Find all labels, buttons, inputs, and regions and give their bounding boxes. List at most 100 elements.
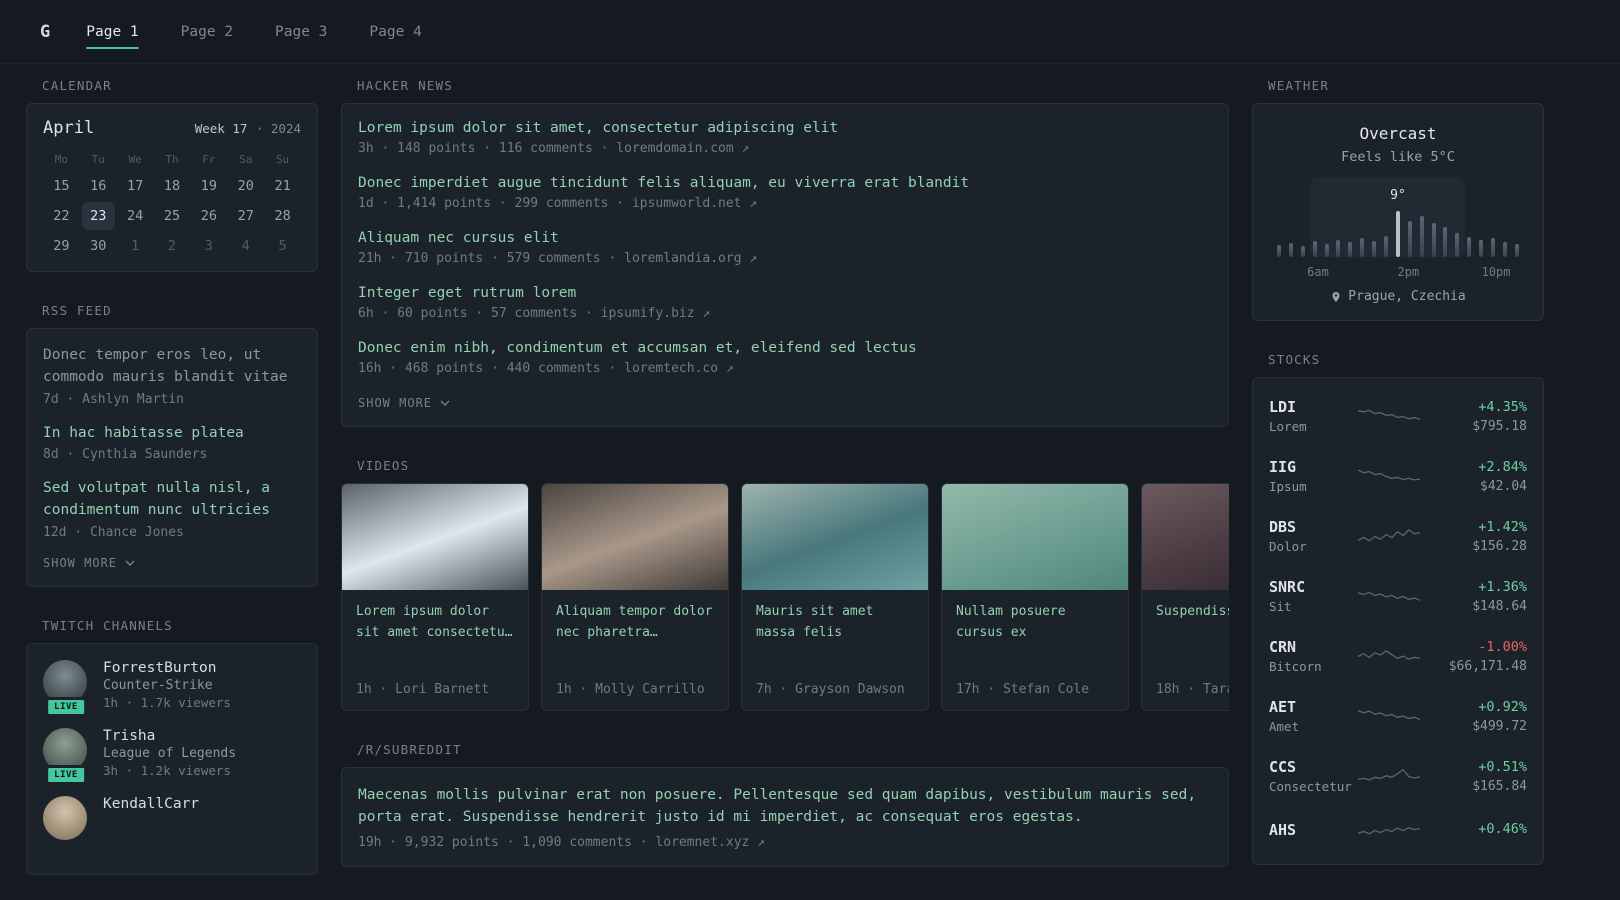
stock-values: +1.42% $156.28 [1431,519,1527,554]
hackernews-item: Donec enim nibh, condimentum et accumsan… [358,340,1212,376]
weather-hour-bar [1277,245,1281,257]
weather-section: WEATHER Overcast Feels like 5°C 9° 6am 2p… [1252,78,1544,321]
video-card[interactable]: Mauris sit amet massa felis 7h · Grayson… [741,483,929,711]
video-thumbnail[interactable] [742,484,928,590]
calendar-widget: April Week 17 · 2024 Mo Tu We Th Fr Sa Su 15 16… [26,103,318,272]
weather-hour-bar [1443,227,1448,257]
twitch-channel-row[interactable]: LIVE ForrestBurton Counter-Strike 1h · 1… [43,659,301,717]
channel-name[interactable]: Trisha [103,728,236,744]
rss-item-title[interactable]: Sed volutpat nulla nisl, a condimentum n… [43,478,301,522]
rss-item: Donec tempor eros leo, ut commodo mauris… [43,345,301,407]
twitch-channel-row[interactable]: LIVE Trisha League of Legends 3h · 1.2k … [43,727,301,785]
stock-values: +4.35% $795.18 [1431,399,1527,434]
hackernews-item-title[interactable]: Aliquam nec cursus elit [358,230,1212,246]
hackernews-item-domain[interactable]: loremtech.co [624,361,718,376]
hackernews-item-domain[interactable]: loremdomain.com [616,141,733,156]
video-card[interactable]: Aliquam tempor dolor nec pharetra… 1h · … [541,483,729,711]
tab-page-1[interactable]: Page 1 [86,0,140,63]
stock-row: CRN Bitcorn -1.00% $66,171.48 [1269,626,1527,686]
tab-page-3[interactable]: Page 3 [275,0,327,63]
subreddit-post-stats: 19h · 9,932 points · 1,090 comments [358,834,632,850]
weather-hour-bar [1336,240,1341,257]
rss-item-meta: 7d · Ashlyn Martin [43,391,184,407]
stock-info: AHS [1269,821,1347,842]
right-column: WEATHER Overcast Feels like 5°C 9° 6am 2p… [1252,78,1544,896]
video-title[interactable]: Nullam posuere cursus ex [956,602,1114,644]
hackernews-item-title[interactable]: Integer eget rutrum lorem [358,285,1212,301]
rss-item-title[interactable]: In hac habitasse platea [43,423,301,445]
channel-name[interactable]: KendallCarr [103,796,199,812]
channel-name[interactable]: ForrestBurton [103,660,231,676]
hackernews-item-meta: 3h · 148 points · 116 comments · loremdo… [358,141,750,156]
video-title[interactable]: Mauris sit amet massa felis [756,602,914,644]
hackernews-item-domain[interactable]: ipsumify.biz [601,306,695,321]
video-thumbnail[interactable] [542,484,728,590]
subreddit-post-title[interactable]: Maecenas mollis pulvinar erat non posuer… [358,784,1212,829]
stock-name: Amet [1269,719,1300,734]
weather-time-label: 6am [1307,265,1329,279]
video-thumbnail[interactable] [1142,484,1229,590]
weather-highlight-temp: 9° [1390,188,1406,203]
hackernews-item-domain[interactable]: loremlandia.org [624,251,741,266]
rss-item-title[interactable]: Donec tempor eros leo, ut commodo mauris… [43,345,301,389]
calendar-dow-label: Su [275,153,290,166]
hackernews-item-domain[interactable]: ipsumworld.net [632,196,742,211]
twitch-channel-row[interactable]: KendallCarr [43,795,301,840]
stock-change: +1.42% [1478,518,1527,535]
stock-info: CCS Consectetur [1269,758,1352,794]
rss-show-more-button[interactable]: SHOW MORE [43,556,301,570]
hackernews-show-more-button[interactable]: SHOW MORE [358,396,1212,410]
hackernews-item-title[interactable]: Donec imperdiet augue tincidunt felis al… [358,175,1212,191]
calendar-month: April [43,118,95,138]
stock-row: DBS Dolor +1.42% $156.28 [1269,506,1527,566]
stock-row: IIG Ipsum +2.84% $42.04 [1269,446,1527,506]
hackernews-widget: Lorem ipsum dolor sit amet, consectetur … [341,103,1229,427]
app-logo[interactable]: G [40,22,50,42]
calendar-dow-label: Tu [91,153,105,166]
weather-hour-bar [1514,244,1519,257]
hackernews-item-stats: 6h · 60 points · 57 comments [358,306,578,321]
chevron-down-icon [125,560,135,566]
hackernews-item-title[interactable]: Lorem ipsum dolor sit amet, consectetur … [358,120,1212,136]
stock-row: LDI Lorem +4.35% $795.18 [1269,386,1527,446]
calendar-dow-label: Fr [202,153,216,166]
video-card[interactable]: Nullam posuere cursus ex 17h · Stefan Co… [941,483,1129,711]
calendar-day: 15 [53,178,70,194]
weather-condition: Overcast [1359,124,1437,143]
calendar-day: 20 [237,178,254,194]
video-thumbnail[interactable] [342,484,528,590]
calendar-day: 25 [163,208,181,224]
stock-change: +1.36% [1478,578,1527,595]
video-title[interactable]: Suspendisse diam [1156,602,1229,623]
weather-hour-bar [1395,211,1400,257]
hackernews-item-title[interactable]: Donec enim nibh, condimentum et accumsan… [358,340,1212,356]
video-meta: 18h · Tara [1156,682,1229,697]
calendar-day: 16 [90,178,107,194]
calendar-day: 17 [127,178,144,194]
video-title[interactable]: Aliquam tempor dolor nec pharetra… [556,602,714,644]
stock-sparkline [1357,469,1421,481]
stock-sparkline [1357,710,1421,721]
hackernews-item: Integer eget rutrum lorem 6h · 60 points… [358,285,1212,321]
stock-name: Sit [1269,599,1292,614]
video-meta: 7h · Grayson Dawson [756,682,905,697]
tab-page-4[interactable]: Page 4 [369,0,421,63]
weather-hour-bar [1479,240,1484,257]
stock-price: $499.72 [1472,718,1527,734]
tab-page-2[interactable]: Page 2 [181,0,233,63]
video-card[interactable]: Lorem ipsum dolor sit amet consectetu… 1… [341,483,529,711]
video-thumbnail[interactable] [942,484,1128,590]
channel-game: League of Legends [103,745,237,761]
video-title[interactable]: Lorem ipsum dolor sit amet consectetu… [356,602,514,644]
calendar-dow-row: Mo Tu We Th Fr Sa Su [43,148,301,171]
calendar-day: 4 [241,238,250,254]
rss-show-more-label: SHOW MORE [43,555,118,570]
stock-info: SNRC Sit [1269,578,1347,614]
hackernews-show-more-label: SHOW MORE [358,396,433,410]
subreddit-section: /R/SUBREDDIT Maecenas mollis pulvinar er… [341,742,1229,867]
video-card[interactable]: Suspendisse diam 18h · Tara [1141,483,1229,711]
external-link-icon: ↗ [741,251,758,266]
subreddit-post-domain[interactable]: loremnet.xyz [655,835,749,850]
stock-change: +4.35% [1478,398,1527,415]
hackernews-item-meta: 1d · 1,414 points · 299 comments · ipsum… [358,196,758,211]
